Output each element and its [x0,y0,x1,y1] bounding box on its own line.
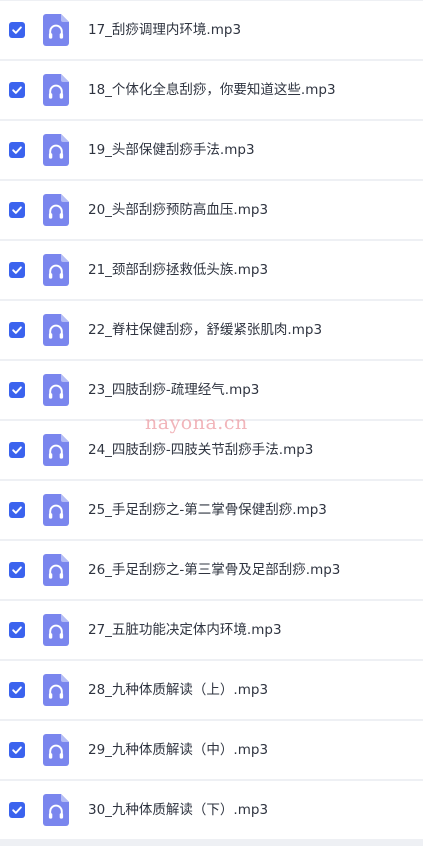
file-checkbox[interactable] [9,322,25,338]
audio-file-headphones-icon [43,794,69,826]
audio-file-headphones-icon [43,194,69,226]
audio-file-headphones-icon [43,554,69,586]
file-row[interactable]: 20_头部刮痧预防高血压.mp3 [0,181,423,239]
checkmark-icon [12,206,22,214]
file-row[interactable]: 21_颈部刮痧拯救低头族.mp3 [0,241,423,299]
file-checkbox[interactable] [9,742,25,758]
file-name: 22_脊柱保健刮痧，舒缓紧张肌肉.mp3 [88,322,323,338]
file-checkbox[interactable] [9,562,25,578]
file-checkbox[interactable] [9,382,25,398]
file-name: 27_五脏功能决定体内环境.mp3 [88,622,282,638]
file-row[interactable]: 19_头部保健刮痧手法.mp3 [0,121,423,179]
file-row[interactable]: 17_刮痧调理内环境.mp3 [0,1,423,59]
audio-file-headphones-icon [43,674,69,706]
checkmark-icon [12,326,22,334]
file-name: 17_刮痧调理内环境.mp3 [88,22,242,38]
file-checkbox[interactable] [9,802,25,818]
checkmark-icon [12,566,22,574]
file-row[interactable]: 28_九种体质解读（上）.mp3 [0,661,423,719]
file-checkbox[interactable] [9,682,25,698]
checkmark-icon [12,446,22,454]
file-name: 20_头部刮痧预防高血压.mp3 [88,202,269,218]
file-row[interactable]: 23_四肢刮痧-疏理经气.mp3 [0,361,423,419]
checkmark-icon [12,746,22,754]
file-row[interactable]: 22_脊柱保健刮痧，舒缓紧张肌肉.mp3 [0,301,423,359]
file-name: 28_九种体质解读（上）.mp3 [88,682,269,698]
audio-file-headphones-icon [43,614,69,646]
file-name: 25_手足刮痧之-第二掌骨保健刮痧.mp3 [88,502,327,518]
file-row[interactable]: 27_五脏功能决定体内环境.mp3 [0,601,423,659]
file-row[interactable]: 30_九种体质解读（下）.mp3 [0,781,423,839]
file-checkbox[interactable] [9,262,25,278]
file-checkbox[interactable] [9,82,25,98]
checkmark-icon [12,26,22,34]
file-checkbox[interactable] [9,142,25,158]
audio-file-headphones-icon [43,734,69,766]
file-row[interactable]: 24_四肢刮痧-四肢关节刮痧手法.mp3 [0,421,423,479]
file-name: 21_颈部刮痧拯救低头族.mp3 [88,262,269,278]
checkmark-icon [12,806,22,814]
checkmark-icon [12,506,22,514]
file-checkbox[interactable] [9,502,25,518]
file-checkbox[interactable] [9,442,25,458]
audio-file-headphones-icon [43,134,69,166]
file-row[interactable]: 25_手足刮痧之-第二掌骨保健刮痧.mp3 [0,481,423,539]
file-name: 18_个体化全息刮痧，你要知道这些.mp3 [88,82,336,98]
checkmark-icon [12,86,22,94]
audio-file-headphones-icon [43,494,69,526]
checkmark-icon [12,626,22,634]
file-row[interactable]: 18_个体化全息刮痧，你要知道这些.mp3 [0,61,423,119]
file-checkbox[interactable] [9,622,25,638]
file-checkbox[interactable] [9,22,25,38]
file-checkbox[interactable] [9,202,25,218]
checkmark-icon [12,686,22,694]
file-name: 30_九种体质解读（下）.mp3 [88,802,269,818]
file-row[interactable]: 26_手足刮痧之-第三掌骨及足部刮痧.mp3 [0,541,423,599]
checkmark-icon [12,146,22,154]
audio-file-headphones-icon [43,374,69,406]
file-name: 24_四肢刮痧-四肢关节刮痧手法.mp3 [88,442,314,458]
checkmark-icon [12,386,22,394]
file-name: 29_九种体质解读（中）.mp3 [88,742,269,758]
audio-file-headphones-icon [43,254,69,286]
audio-file-headphones-icon [43,14,69,46]
file-name: 19_头部保健刮痧手法.mp3 [88,142,255,158]
audio-file-headphones-icon [43,74,69,106]
audio-file-headphones-icon [43,314,69,346]
file-name: 23_四肢刮痧-疏理经气.mp3 [88,382,260,398]
file-list: 17_刮痧调理内环境.mp3 18_个体化全息刮痧，你要知道这些.mp3 19_头部… [0,0,423,846]
audio-file-headphones-icon [43,434,69,466]
checkmark-icon [12,266,22,274]
file-name: 26_手足刮痧之-第三掌骨及足部刮痧.mp3 [88,562,341,578]
file-row[interactable]: 29_九种体质解读（中）.mp3 [0,721,423,779]
